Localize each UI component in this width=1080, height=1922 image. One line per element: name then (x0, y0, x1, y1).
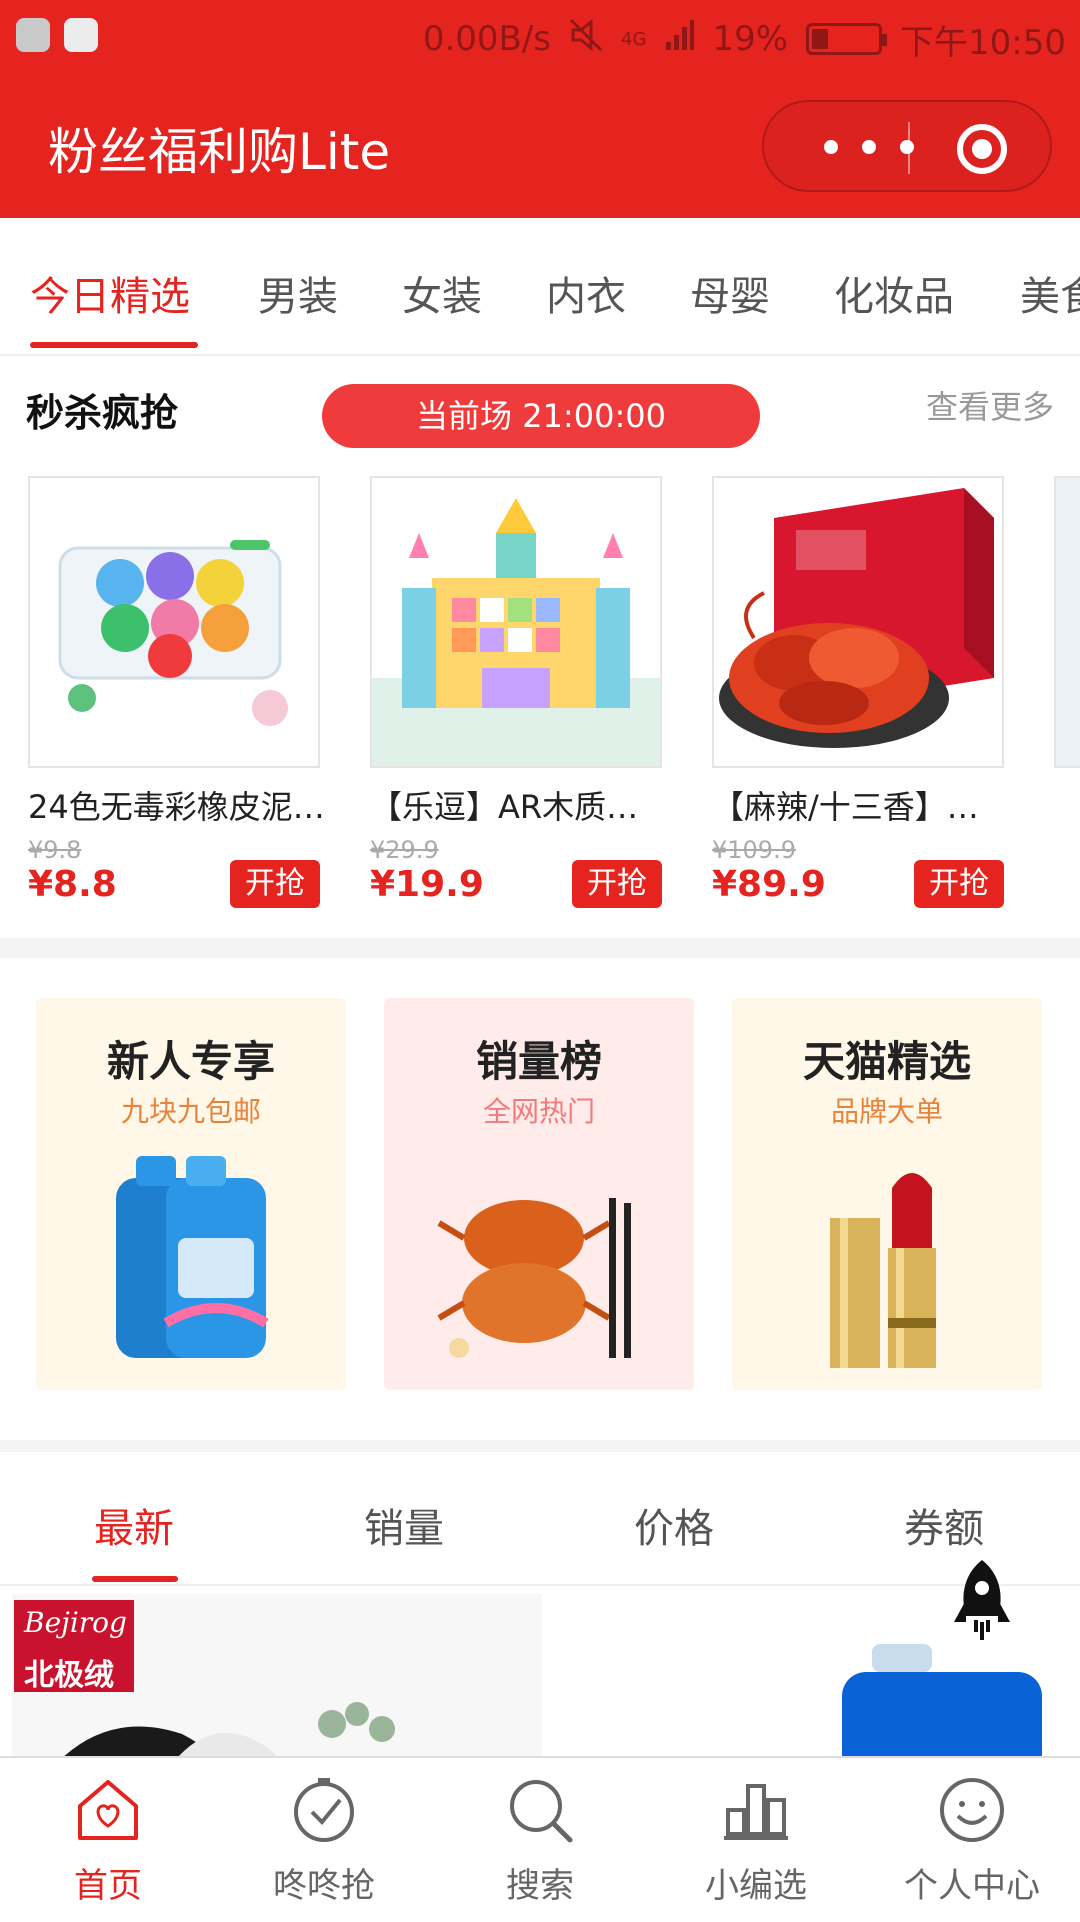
chat-notification-icon (16, 18, 50, 52)
promo-subtitle: 品牌大单 (830, 1095, 943, 1128)
flash-item[interactable]: 【麻辣/十三香】… ¥109.9 ¥89.9 开抢 (712, 476, 1012, 936)
nav-label: 小编选 (705, 1866, 807, 1906)
sale-price: ¥19.9 (370, 864, 484, 905)
nav-home[interactable]: 首页 (0, 1758, 216, 1922)
sort-tab-coupon[interactable]: 券额 (904, 1496, 984, 1554)
sale-price: ¥89.9 (712, 864, 826, 905)
nav-profile[interactable]: 个人中心 (864, 1758, 1080, 1922)
signal-label: 4G (621, 28, 647, 50)
product-image[interactable] (28, 476, 320, 768)
sort-tab-newest[interactable]: 最新 (94, 1496, 174, 1554)
nav-label: 搜索 (506, 1866, 574, 1906)
promo-title: 天猫精选 (802, 1037, 971, 1086)
close-icon[interactable] (957, 124, 1007, 174)
active-sort-indicator (92, 1576, 178, 1582)
product-grid: Bejirog 北极绒 (0, 1586, 1080, 1756)
app-header: 0.00B/s 4G 19% 下午10:50 粉丝福利购Lite (0, 0, 1080, 218)
flash-sale-section: 秒杀疯抢 当前场 21:00:00 查看更多 24色无毒彩橡皮泥… ¥9.8 ¥… (0, 356, 1080, 938)
category-tabs: 今日精选 男装 女装 内衣 母婴 化妆品 美食 (0, 218, 1080, 356)
product-name[interactable]: 24色无毒彩橡皮泥… (28, 782, 326, 828)
crab-image (437, 1198, 631, 1358)
product-image[interactable] (370, 476, 662, 768)
chart-icon (724, 1784, 788, 1840)
promo-subtitle: 九块九包邮 (120, 1095, 261, 1128)
original-price: ¥29.9 (370, 836, 439, 864)
tab-menswear[interactable]: 男装 (258, 264, 338, 322)
promo-card-sales-rank[interactable]: 销量榜 全网热门 (384, 998, 694, 1390)
session-time-badge[interactable]: 当前场 21:00:00 (322, 384, 760, 448)
product-name[interactable]: 【麻辣/十三香】… (712, 782, 1010, 828)
promo-section: 新人专享 九块九包邮 销量榜 全网热门 天猫精选 品牌大单 (0, 958, 1080, 1440)
nav-label: 首页 (74, 1866, 142, 1906)
flash-item[interactable]: 24色无毒彩橡皮泥… ¥9.8 ¥8.8 开抢 (28, 476, 328, 936)
sort-tab-sales[interactable]: 销量 (364, 1496, 444, 1554)
nav-label: 咚咚抢 (273, 1866, 375, 1906)
original-price: ¥9.8 (28, 836, 82, 864)
capsule-divider (908, 122, 910, 174)
flash-sale-list: 24色无毒彩橡皮泥… ¥9.8 ¥8.8 开抢 【乐逗】AR木质… ¥29.9 … (0, 476, 1080, 936)
product-image (842, 1644, 1042, 1756)
grab-button[interactable]: 开抢 (914, 860, 1004, 908)
product-card[interactable]: Bejirog 北极绒 (12, 1594, 542, 1756)
lipstick-image (830, 1173, 936, 1368)
status-bar: 0.00B/s 4G 19% 下午10:50 (0, 0, 1080, 78)
product-name[interactable]: 【乐逗】AR木质… (370, 782, 668, 828)
promo-title: 销量榜 (475, 1037, 602, 1086)
tab-maternal-baby[interactable]: 母婴 (690, 264, 770, 322)
flash-sale-title: 秒杀疯抢 (26, 391, 179, 435)
more-icon[interactable] (824, 129, 914, 165)
tab-womenswear[interactable]: 女装 (402, 264, 482, 322)
qq-notification-icon (64, 18, 98, 52)
bottom-navigation: 首页 咚咚抢 搜索 小编选 个人中心 (0, 1756, 1080, 1922)
flash-item[interactable] (1054, 476, 1080, 936)
nav-editor-picks[interactable]: 小编选 (648, 1758, 864, 1922)
tab-underwear[interactable]: 内衣 (546, 264, 626, 322)
miniapp-capsule (762, 100, 1052, 192)
sort-tabs: 最新 销量 价格 券额 (0, 1452, 1080, 1586)
brand-script: Bejirog (24, 1606, 127, 1639)
nav-flash-grab[interactable]: 咚咚抢 (216, 1758, 432, 1922)
tab-today-picks[interactable]: 今日精选 (30, 264, 190, 322)
flash-item[interactable]: 【乐逗】AR木质… ¥29.9 ¥19.9 开抢 (370, 476, 670, 936)
nav-label: 个人中心 (904, 1866, 1040, 1906)
original-price: ¥109.9 (712, 836, 796, 864)
product-image[interactable] (712, 476, 1004, 768)
active-tab-indicator (30, 342, 198, 348)
clock: 下午10:50 (900, 22, 1066, 63)
back-to-top-rocket-icon[interactable] (952, 1560, 1012, 1644)
promo-subtitle: 全网热门 (482, 1095, 595, 1128)
battery-percent: 19% (712, 19, 789, 59)
network-speed: 0.00B/s (422, 19, 552, 59)
status-indicators: 0.00B/s 4G 19% 下午10:50 (422, 18, 1066, 63)
promo-card-newcomer[interactable]: 新人专享 九块九包邮 (36, 998, 346, 1390)
view-more-link[interactable]: 查看更多 (926, 382, 1054, 428)
sort-tab-price[interactable]: 价格 (634, 1496, 714, 1554)
grab-button[interactable]: 开抢 (230, 860, 320, 908)
signal-icon (664, 18, 695, 61)
home-icon (78, 1780, 138, 1840)
product-image (64, 1702, 395, 1756)
smile-icon (940, 1778, 1004, 1842)
app-title: 粉丝福利购Lite (48, 123, 391, 181)
sale-price: ¥8.8 (28, 864, 117, 905)
grab-button[interactable]: 开抢 (572, 860, 662, 908)
check-clock-icon (294, 1778, 354, 1842)
tab-cosmetics[interactable]: 化妆品 (834, 264, 954, 322)
mute-icon (569, 18, 603, 61)
promo-title: 新人专享 (106, 1037, 275, 1086)
promo-card-tmall[interactable]: 天猫精选 品牌大单 (732, 998, 1042, 1390)
product-image[interactable] (1054, 476, 1080, 768)
tab-food[interactable]: 美食 (1020, 264, 1080, 322)
battery-icon (806, 23, 888, 55)
detergent-image (116, 1156, 269, 1358)
search-icon (510, 1780, 573, 1843)
nav-search[interactable]: 搜索 (432, 1758, 648, 1922)
